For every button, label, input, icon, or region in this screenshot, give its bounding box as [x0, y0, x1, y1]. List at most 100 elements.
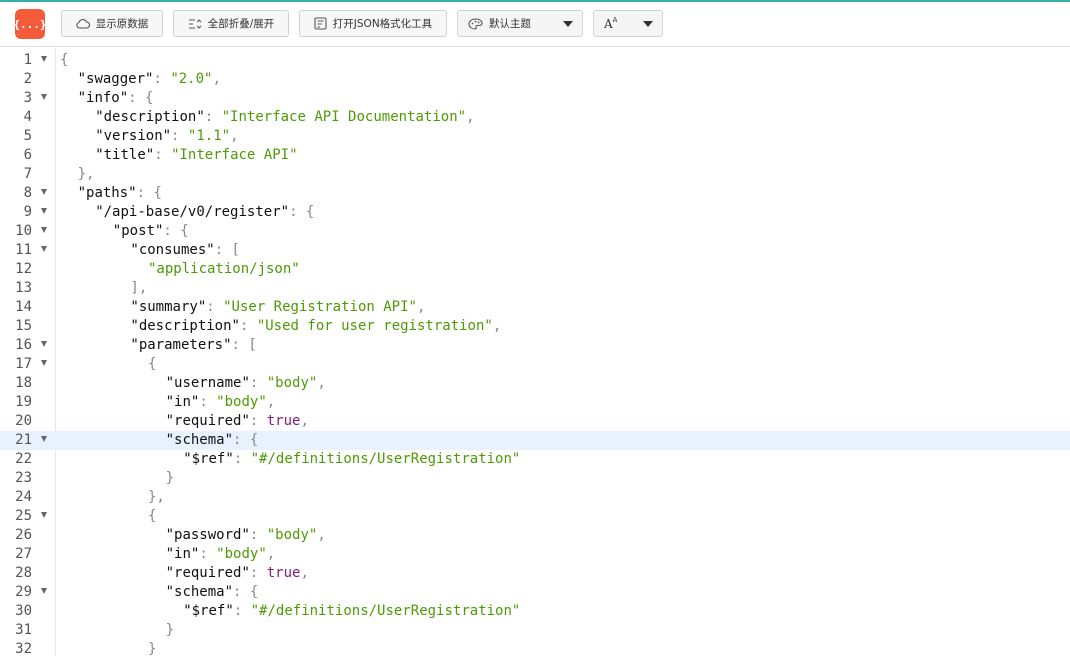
json-code-editor[interactable]: 1{2 "swagger": "2.0", 3 "info": {4 "descript…	[0, 47, 1070, 656]
code-line: 22 "$ref": "#/definitions/UserRegistratio…	[0, 450, 1070, 469]
line-number: 27	[15, 546, 32, 562]
code-line: 24},	[0, 488, 1070, 507]
code-text: },	[148, 488, 165, 507]
line-number: 15	[15, 318, 32, 334]
collapse-all-button[interactable]: 全部折叠/展开	[173, 10, 289, 37]
json-file-icon	[314, 17, 327, 30]
json-key: "username"	[165, 375, 250, 391]
json-punctuation: },	[148, 489, 165, 505]
code-text: "paths": {	[78, 184, 162, 203]
fold-arrow-icon[interactable]	[41, 246, 47, 252]
code-line: 14 "summary": "User Registration API",	[0, 298, 1070, 317]
line-number: 10	[15, 223, 32, 239]
line-number: 8	[23, 185, 32, 201]
code-line: 30 "$ref": "#/definitions/UserRegistratio…	[0, 602, 1070, 621]
json-punctuation: : [	[214, 242, 240, 258]
theme-select[interactable]: 默认主题	[457, 10, 583, 37]
json-punctuation: ,	[266, 394, 276, 410]
font-size-select[interactable]: AA	[593, 10, 663, 37]
line-number: 21	[15, 432, 32, 448]
line-number: 18	[15, 375, 32, 391]
line-number: 3	[23, 90, 32, 106]
code-line: 26 "password": "body",	[0, 526, 1070, 545]
json-key: "password"	[165, 527, 250, 543]
code-text: }	[166, 469, 174, 488]
line-number: 12	[15, 261, 32, 277]
json-key: "schema"	[165, 584, 234, 600]
code-text: {	[148, 507, 156, 526]
palette-icon	[468, 17, 483, 30]
code-line: 32}	[0, 640, 1070, 656]
json-key: "schema"	[165, 432, 234, 448]
fold-arrow-icon[interactable]	[41, 588, 47, 594]
json-punctuation: }	[165, 622, 175, 638]
json-punctuation: : {	[233, 584, 259, 600]
json-punctuation: ],	[130, 280, 148, 296]
json-key: "/api-base/v0/register"	[95, 204, 290, 220]
code-line: 3 "info": {	[0, 89, 1070, 108]
code-line: 25 {	[0, 507, 1070, 526]
collapse-icon	[188, 18, 202, 30]
fold-arrow-icon[interactable]	[41, 360, 47, 366]
font-size-icon: A	[612, 16, 618, 24]
json-boolean: true	[266, 413, 301, 429]
code-line: 11 "consumes": [	[0, 241, 1070, 260]
show-raw-button[interactable]: 显示原数据	[61, 10, 163, 37]
json-key: "required"	[165, 413, 250, 429]
code-line: 21 "schema": {	[0, 431, 1070, 450]
json-punctuation: :	[249, 527, 267, 543]
json-string: "1.1"	[187, 128, 231, 144]
fold-arrow-icon[interactable]	[41, 341, 47, 347]
line-number: 31	[15, 622, 32, 638]
font-size-label: A	[604, 16, 613, 31]
collapse-all-label: 全部折叠/展开	[207, 18, 275, 30]
json-punctuation: :	[199, 546, 217, 562]
json-key: "consumes"	[130, 242, 215, 258]
line-number: 11	[15, 242, 32, 258]
code-text: ],	[130, 279, 147, 298]
json-string: "body"	[216, 546, 267, 562]
json-boolean: true	[266, 565, 301, 581]
fold-arrow-icon[interactable]	[41, 512, 47, 518]
code-line: 16 "parameters": [	[0, 336, 1070, 355]
json-punctuation: }	[148, 641, 157, 656]
code-text: "username": "body",	[166, 374, 326, 393]
code-text: },	[78, 165, 95, 184]
code-line: 7},	[0, 165, 1070, 184]
code-text: {	[148, 355, 156, 374]
toolbar: {...} 显示原数据 全部折叠/展开 打开JSON格式化工具 默认主题 AA	[0, 2, 1070, 47]
line-number: 22	[15, 451, 32, 467]
code-text: "description": "Used for user registrati…	[130, 317, 501, 336]
code-line: 1{	[0, 51, 1070, 70]
fold-arrow-icon[interactable]	[41, 436, 47, 442]
json-punctuation: :	[199, 394, 217, 410]
code-text: "info": {	[78, 89, 154, 108]
fold-arrow-icon[interactable]	[41, 227, 47, 233]
json-string: "Interface API"	[171, 147, 298, 163]
json-string: "#/definitions/UserRegistration"	[250, 603, 521, 619]
open-json-tool-button[interactable]: 打开JSON格式化工具	[299, 10, 447, 37]
chevron-down-icon	[563, 21, 573, 27]
fold-arrow-icon[interactable]	[41, 189, 47, 195]
json-punctuation: ,	[416, 299, 426, 315]
line-number: 30	[15, 603, 32, 619]
code-text: "required": true,	[166, 564, 309, 583]
fold-arrow-icon[interactable]	[41, 208, 47, 214]
json-punctuation: :	[171, 128, 188, 144]
theme-label: 默认主题	[489, 18, 531, 30]
json-key: "in"	[165, 546, 200, 562]
line-number: 6	[23, 147, 32, 163]
line-number: 17	[15, 356, 32, 372]
fold-arrow-icon[interactable]	[41, 94, 47, 100]
code-line: 5 "version": "1.1",	[0, 127, 1070, 146]
code-text: "$ref": "#/definitions/UserRegistration"	[183, 602, 520, 621]
code-text: "schema": {	[166, 583, 259, 602]
line-number: 16	[15, 337, 32, 353]
line-number: 7	[23, 166, 32, 182]
code-text: "in": "body",	[166, 393, 276, 412]
json-key: "swagger"	[77, 71, 154, 87]
fold-arrow-icon[interactable]	[41, 56, 47, 62]
code-line: 19 "in": "body",	[0, 393, 1070, 412]
json-punctuation: ,	[300, 565, 309, 581]
code-text: "required": true,	[166, 412, 309, 431]
